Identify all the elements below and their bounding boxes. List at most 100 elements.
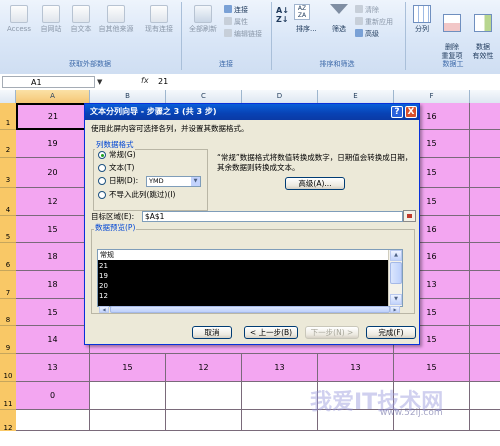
row-header[interactable]: 4 (0, 188, 16, 216)
row-header[interactable]: 2 (0, 130, 16, 158)
cell-g[interactable] (470, 299, 500, 326)
cell-g[interactable] (470, 326, 500, 354)
column-header-g[interactable] (470, 90, 500, 103)
remove-duplicates-button[interactable]: 删除 重复项 (438, 2, 466, 61)
refresh-all-button[interactable]: 全部刷新 (184, 2, 222, 34)
radio-date[interactable] (98, 177, 106, 185)
select-all-corner[interactable] (0, 90, 16, 103)
date-format-select[interactable]: YMD ▼ (146, 176, 201, 187)
advanced-button[interactable]: 高级(A)... (285, 177, 345, 190)
cell-g[interactable] (470, 103, 500, 130)
scroll-thumb[interactable] (390, 262, 402, 284)
row-header[interactable]: 8 (0, 299, 16, 326)
scroll-left-icon[interactable]: ◀ (99, 306, 109, 313)
radio-skip[interactable] (98, 191, 106, 199)
preview-column-header[interactable]: 常规 (98, 250, 388, 260)
column-header-c[interactable]: C (166, 90, 242, 103)
collapse-dialog-button[interactable] (403, 210, 416, 222)
scroll-down-icon[interactable]: ▼ (390, 294, 402, 305)
cell-b11[interactable] (90, 382, 166, 410)
dialog-titlebar[interactable]: 文本分列向导 - 步骤之 3 (共 3 步) ? X (85, 104, 419, 120)
column-header-b[interactable]: B (90, 90, 166, 103)
cancel-button[interactable]: 取消 (192, 326, 232, 339)
from-other-sources-button[interactable]: 自其他来源 (96, 2, 136, 34)
cell-b10[interactable]: 15 (90, 354, 166, 382)
connections-button[interactable]: 连接 (224, 5, 248, 15)
cell-c10[interactable]: 12 (166, 354, 242, 382)
finish-button[interactable]: 完成(F) (366, 326, 416, 339)
from-text-button[interactable]: 自文本 (66, 2, 96, 34)
scroll-up-icon[interactable]: ▲ (390, 250, 402, 261)
row-header[interactable]: 7 (0, 271, 16, 299)
row-header[interactable]: 10 (0, 354, 16, 382)
filter-button[interactable]: 筛选 (332, 24, 346, 34)
cell-d10[interactable]: 13 (242, 354, 318, 382)
cell-d11[interactable] (242, 382, 318, 410)
help-button[interactable]: ? (391, 106, 403, 118)
next-button[interactable]: 下一步(N) > (305, 326, 359, 339)
cell-a7[interactable]: 18 (16, 271, 90, 299)
cell-a8[interactable]: 15 (16, 299, 90, 326)
column-header-a[interactable]: A (16, 90, 90, 103)
radio-general[interactable] (98, 151, 106, 159)
column-header-e[interactable]: E (318, 90, 394, 103)
row-header[interactable]: 3 (0, 158, 16, 188)
cell-d12[interactable] (242, 410, 318, 431)
clear-filter-button[interactable]: 清除 (355, 5, 379, 15)
cell-b12[interactable] (90, 410, 166, 431)
scroll-thumb-horizontal[interactable] (110, 306, 390, 313)
preview-horizontal-scrollbar[interactable]: ◀ ▶ (98, 306, 403, 314)
column-header-f[interactable]: F (394, 90, 470, 103)
cell-a4[interactable]: 12 (16, 188, 90, 216)
data-validation-button[interactable]: 数据 有效性 (468, 2, 498, 61)
back-button[interactable]: < 上一步(B) (244, 326, 298, 339)
cell-a1[interactable]: 21 (16, 103, 90, 130)
name-box-dropdown-icon[interactable]: ▼ (97, 78, 102, 86)
row-header[interactable]: 6 (0, 243, 16, 271)
existing-connections-button[interactable]: 现有连接 (140, 2, 178, 34)
formula-input[interactable]: 21 (158, 76, 168, 88)
column-header-d[interactable]: D (242, 90, 318, 103)
cell-g[interactable] (470, 354, 500, 382)
sort-button[interactable]: 排序... (296, 24, 317, 34)
row-header[interactable]: 12 (0, 410, 16, 432)
cell-g[interactable] (470, 158, 500, 188)
cell-c12[interactable] (166, 410, 242, 431)
text-to-columns-button[interactable]: 分列 (410, 2, 434, 34)
cell-g[interactable] (470, 271, 500, 299)
row-header[interactable]: 5 (0, 216, 16, 243)
reapply-button[interactable]: 重新应用 (355, 17, 393, 27)
scroll-right-icon[interactable]: ▶ (390, 306, 400, 313)
cell-g11[interactable] (470, 382, 500, 410)
cell-a2[interactable]: 19 (16, 130, 90, 158)
cell-f10[interactable]: 15 (394, 354, 470, 382)
from-web-button[interactable]: 自网站 (36, 2, 66, 34)
edit-links-button[interactable]: 编辑链接 (224, 29, 262, 39)
cell-g[interactable] (470, 243, 500, 271)
radio-text[interactable] (98, 164, 106, 172)
name-box[interactable]: A1 (2, 76, 95, 88)
cell-a11[interactable]: 0 (16, 382, 90, 410)
close-button[interactable]: X (405, 106, 417, 118)
destination-input[interactable]: $A$1 (142, 211, 403, 222)
cell-g[interactable] (470, 130, 500, 158)
row-header[interactable]: 1 (0, 103, 16, 130)
row-header[interactable]: 9 (0, 326, 16, 354)
cell-g[interactable] (470, 216, 500, 243)
cell-g[interactable] (470, 188, 500, 216)
cell-a9[interactable]: 14 (16, 326, 90, 354)
cell-a10[interactable]: 13 (16, 354, 90, 382)
advanced-filter-button[interactable]: 高级 (355, 29, 379, 39)
cell-c11[interactable] (166, 382, 242, 410)
cell-a12[interactable] (16, 410, 90, 431)
cell-g12[interactable] (470, 410, 500, 431)
properties-button[interactable]: 属性 (224, 17, 248, 27)
cell-a3[interactable]: 20 (16, 158, 90, 188)
cell-a6[interactable]: 18 (16, 243, 90, 271)
cell-e10[interactable]: 13 (318, 354, 394, 382)
row-header[interactable]: 11 (0, 382, 16, 410)
cell-a5[interactable]: 15 (16, 216, 90, 243)
sort-az-icon[interactable]: A↓ Z↓ (276, 6, 289, 24)
from-access-button[interactable]: Access (2, 2, 36, 34)
insert-function-icon[interactable]: fx (141, 76, 149, 85)
